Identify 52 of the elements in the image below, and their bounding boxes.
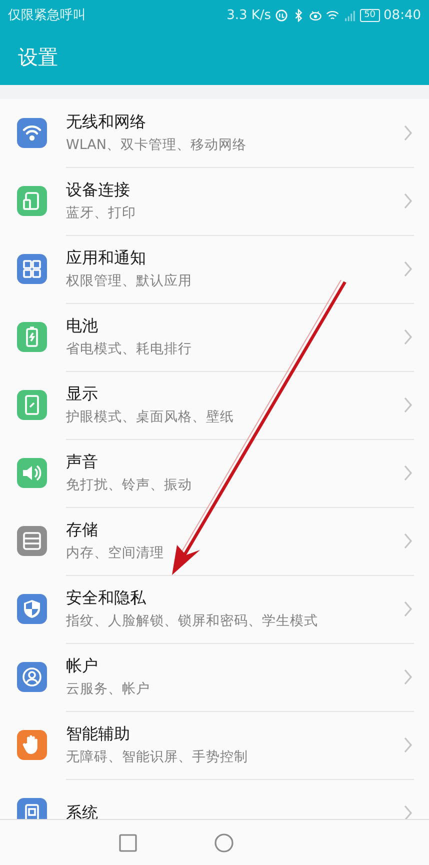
- item-subtitle: 免打扰、铃声、振动: [66, 476, 193, 494]
- chevron-right-icon: [403, 804, 413, 819]
- clock: 08:40: [384, 8, 421, 22]
- settings-item[interactable]: 帐户 云服务、帐户: [0, 643, 429, 711]
- item-title: 帐户: [66, 656, 99, 677]
- chevron-right-icon: [403, 328, 413, 346]
- item-title: 电池: [66, 316, 99, 337]
- item-subtitle: 省电模式、耗电排行: [66, 340, 193, 358]
- item-subtitle: 权限管理、默认应用: [66, 272, 193, 290]
- carrier-text: 仅限紧急呼叫: [8, 7, 86, 24]
- item-subtitle: 指纹、人脸解锁、锁屏和密码、学生模式: [66, 612, 319, 630]
- data-saver-icon: [275, 8, 288, 22]
- settings-item[interactable]: 电池 省电模式、耗电排行: [0, 303, 429, 371]
- chevron-right-icon: [403, 396, 413, 414]
- item-title: 设备连接: [66, 180, 131, 201]
- settings-item[interactable]: 无线和网络 WLAN、双卡管理、移动网络: [0, 99, 429, 167]
- item-title: 安全和隐私: [66, 588, 147, 609]
- signal-icon: [343, 8, 356, 22]
- item-title: 声音: [66, 452, 99, 473]
- wifi-icon: [326, 8, 340, 22]
- settings-item[interactable]: 存储 内存、空间清理: [0, 507, 429, 575]
- item-subtitle: 内存、空间清理: [66, 544, 165, 562]
- eye-icon: [309, 8, 322, 22]
- item-subtitle: 护眼模式、桌面风格、壁纸: [66, 408, 235, 426]
- network-speed: 3.3 K/s: [226, 8, 272, 22]
- chevron-right-icon: [403, 260, 413, 278]
- settings-item[interactable]: 应用和通知 权限管理、默认应用: [0, 235, 429, 303]
- chevron-right-icon: [403, 192, 413, 210]
- settings-item[interactable]: 安全和隐私 指纹、人脸解锁、锁屏和密码、学生模式: [0, 575, 429, 643]
- settings-item[interactable]: 智能辅助 无障碍、智能识屏、手势控制: [0, 711, 429, 779]
- item-subtitle: WLAN、双卡管理、移动网络: [66, 136, 248, 154]
- page-title: 设置: [18, 44, 58, 71]
- battery-icon: 50: [360, 8, 380, 22]
- settings-item[interactable]: 声音 免打扰、铃声、振动: [0, 439, 429, 507]
- recents-icon[interactable]: [118, 832, 138, 852]
- settings-item[interactable]: 设备连接 蓝牙、打印: [0, 167, 429, 235]
- item-title: 智能辅助: [66, 724, 131, 745]
- chevron-right-icon: [403, 736, 413, 754]
- settings-item[interactable]: 显示 护眼模式、桌面风格、壁纸: [0, 371, 429, 439]
- item-subtitle: 云服务、帐户: [66, 680, 151, 698]
- chevron-right-icon: [403, 668, 413, 686]
- chevron-right-icon: [403, 124, 413, 142]
- chevron-right-icon: [403, 532, 413, 550]
- item-title: 显示: [66, 384, 99, 405]
- home-icon[interactable]: [214, 832, 234, 852]
- item-subtitle: 无障碍、智能识屏、手势控制: [66, 748, 249, 766]
- item-title: 存储: [66, 520, 99, 541]
- item-title: 应用和通知: [66, 248, 147, 269]
- chevron-right-icon: [403, 600, 413, 618]
- item-title: 无线和网络: [66, 112, 147, 133]
- item-subtitle: 蓝牙、打印: [66, 204, 137, 222]
- chevron-right-icon: [403, 464, 413, 482]
